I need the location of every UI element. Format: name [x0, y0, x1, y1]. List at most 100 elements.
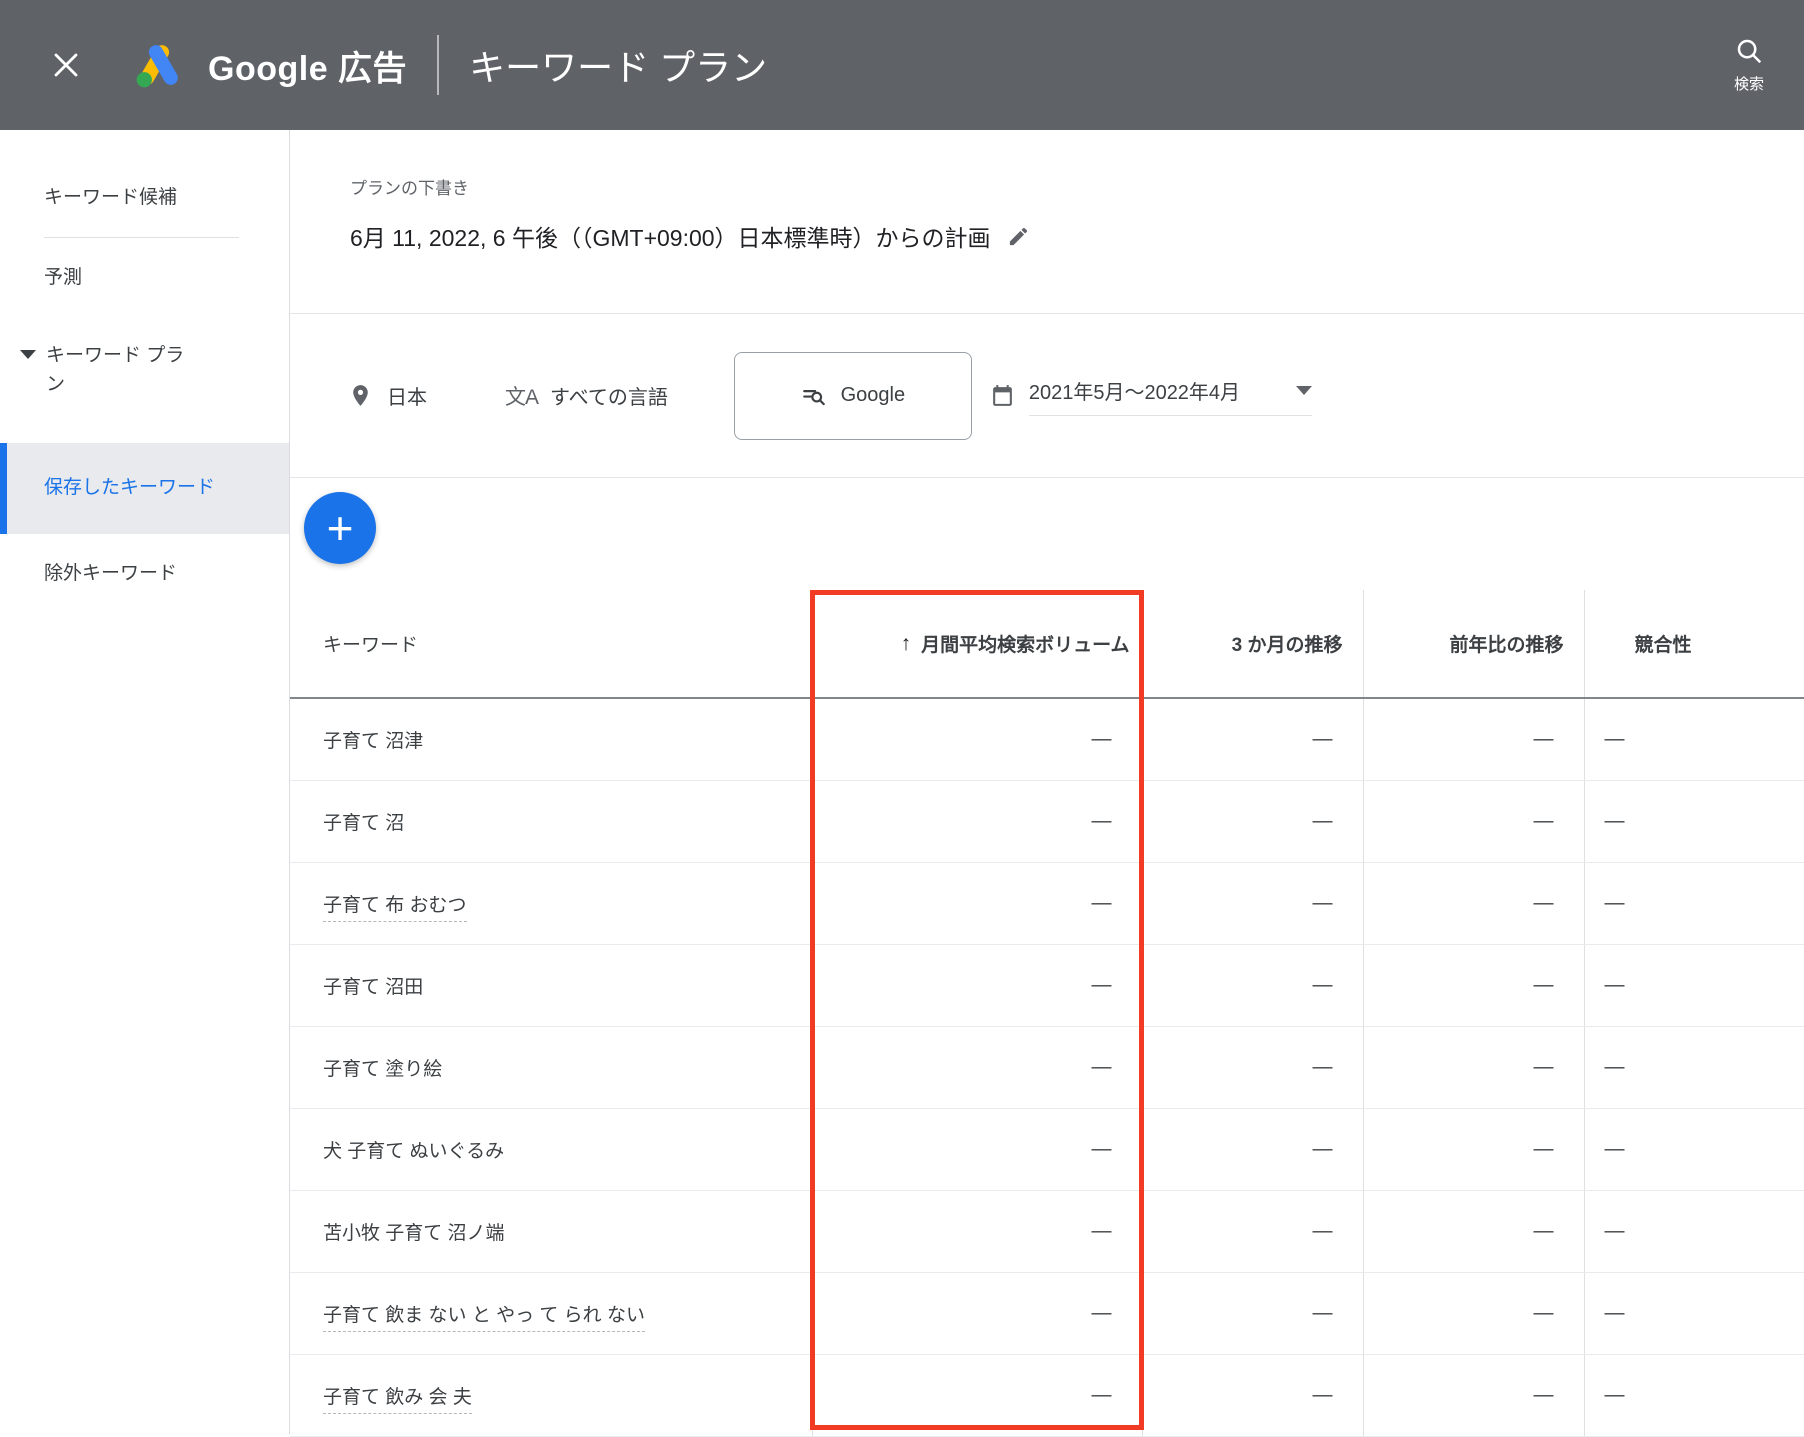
column-header-label: キーワード [323, 635, 419, 656]
sidebar-item-keyword-plan[interactable]: キーワード プラン [0, 316, 289, 423]
table-header-row: キーワード ↑ 月間平均検索ボリューム 3 か月の推移 前年比の推移 競合性 [290, 590, 1804, 699]
competition-cell: — [1583, 1272, 1804, 1355]
keyword-text: 苫小牧 子育て 沼ノ端 [323, 1222, 505, 1244]
page-title: キーワード プラン [469, 47, 768, 88]
keyword-text: 子育て 飲ま ない と やっ て られ ない [323, 1304, 645, 1332]
table-row[interactable]: 子育て 飲み 会 夫 — — — — [290, 1354, 1804, 1437]
competition-cell: — [1583, 862, 1804, 945]
three-month-change-cell: — [1141, 1354, 1363, 1437]
keyword-text: 犬 子育て ぬいぐるみ [323, 1140, 505, 1162]
table-row[interactable]: 苫小牧 子育て 沼ノ端 — — — — [290, 1190, 1804, 1273]
yoy-change-cell: — [1362, 698, 1584, 781]
sidebar-item-label: 保存したキーワード [44, 477, 216, 498]
avg-volume-cell: — [811, 780, 1142, 863]
keyword-text: 子育て 沼 [323, 812, 405, 834]
sidebar-item-keyword-ideas[interactable]: キーワード候補 [0, 158, 289, 237]
keyword-cell: 子育て 沼 [290, 780, 812, 863]
avg-volume-cell: — [811, 1108, 1142, 1191]
plan-title: 6月 11, 2022, 6 午後（（GMT+09:00）日本標準時）からの計画 [350, 225, 991, 251]
column-header-three-month-change[interactable]: 3 か月の推移 [1141, 590, 1363, 699]
competition-cell: — [1583, 698, 1804, 781]
yoy-change-cell: — [1362, 1026, 1584, 1109]
topbar-divider [437, 35, 440, 95]
keyword-cell: 子育て 沼田 [290, 944, 812, 1027]
plan-draft-label: プランの下書き [350, 179, 469, 198]
sidebar-item-saved-keywords[interactable]: 保存したキーワード [0, 443, 289, 534]
competition-cell: — [1583, 1026, 1804, 1109]
sidebar-item-label: 予測 [44, 266, 83, 288]
competition-cell: — [1583, 1354, 1804, 1437]
table-row[interactable]: 子育て 沼田 — — — — [290, 944, 1804, 1027]
three-month-change-cell: — [1141, 862, 1363, 945]
sort-ascending-icon: ↑ [900, 631, 912, 655]
keyword-text: 子育て 塗り絵 [323, 1058, 443, 1080]
sidebar: キーワード候補 予測 キーワード プラン 保存したキーワード 除外キーワード [0, 130, 290, 1434]
edit-pencil-icon[interactable] [1007, 225, 1030, 248]
column-header-label: 月間平均検索ボリューム [921, 635, 1130, 656]
keyword-cell: 子育て 塗り絵 [290, 1026, 812, 1109]
yoy-change-cell: — [1362, 944, 1584, 1027]
sidebar-item-label: キーワード プラン [46, 345, 185, 395]
keyword-cell: 子育て 飲み 会 夫 [290, 1354, 812, 1437]
three-month-change-cell: — [1141, 1108, 1363, 1191]
competition-cell: — [1583, 780, 1804, 863]
keyword-planner-page: Google 広告 キーワード プラン 検索 キーワード候補 予測 キーワード … [0, 0, 1804, 1437]
search-button[interactable]: 検索 [1734, 36, 1764, 94]
column-header-competition[interactable]: 競合性 [1583, 590, 1804, 699]
plus-icon: + [326, 502, 354, 554]
main-content: プランの下書き 6月 11, 2022, 6 午後（（GMT+09:00）日本標… [290, 130, 1804, 1437]
keyword-text: 子育て 布 おむつ [323, 894, 467, 922]
network-filter[interactable]: Google [733, 351, 972, 440]
dropdown-caret-icon [1296, 385, 1313, 395]
avg-volume-cell: — [811, 1272, 1142, 1355]
three-month-change-cell: — [1141, 1272, 1363, 1355]
keyword-text: 子育て 飲み 会 夫 [323, 1386, 472, 1414]
column-header-label: 前年比の推移 [1449, 635, 1564, 656]
table-row[interactable]: 子育て 飲ま ない と やっ て られ ない — — — — [290, 1272, 1804, 1355]
avg-volume-cell: — [811, 944, 1142, 1027]
three-month-change-cell: — [1141, 698, 1363, 781]
column-header-label: 競合性 [1634, 635, 1692, 656]
table-row[interactable]: 子育て 沼 — — — — [290, 780, 1804, 863]
three-month-change-cell: — [1141, 780, 1363, 863]
calendar-icon [990, 383, 1015, 408]
column-header-yoy-change[interactable]: 前年比の推移 [1362, 590, 1584, 699]
date-range-filter[interactable]: 2021年5月〜2022年4月 [990, 376, 1313, 416]
sidebar-item-negative-keywords[interactable]: 除外キーワード [0, 534, 289, 613]
location-pin-icon [348, 383, 373, 408]
competition-cell: — [1583, 944, 1804, 1027]
top-app-bar: Google 広告 キーワード プラン 検索 [0, 0, 1804, 130]
keyword-cell: 犬 子育て ぬいぐるみ [290, 1108, 812, 1191]
search-network-icon [801, 383, 827, 409]
language-filter[interactable]: 文A すべての言語 [505, 381, 668, 411]
keyword-cell: 苫小牧 子育て 沼ノ端 [290, 1190, 812, 1273]
translate-icon: 文A [505, 385, 539, 409]
column-header-keyword[interactable]: キーワード [290, 590, 812, 699]
table-row[interactable]: 子育て 布 おむつ — — — — [290, 862, 1804, 945]
yoy-change-cell: — [1362, 1108, 1584, 1191]
column-header-avg-monthly-searches[interactable]: ↑ 月間平均検索ボリューム [811, 590, 1142, 699]
three-month-change-cell: — [1141, 1026, 1363, 1109]
date-range-label: 2021年5月〜2022年4月 [1028, 381, 1241, 404]
network-filter-label: Google [840, 384, 906, 406]
yoy-change-cell: — [1362, 1190, 1584, 1273]
avg-volume-cell: — [811, 1354, 1142, 1437]
keyword-cell: 子育て 沼津 [290, 698, 812, 781]
sidebar-item-forecast[interactable]: 予測 [0, 238, 289, 317]
chevron-down-icon [20, 350, 36, 359]
avg-volume-cell: — [811, 698, 1142, 781]
column-header-label: 3 か月の推移 [1231, 635, 1343, 656]
table-row[interactable]: 子育て 沼津 — — — — [290, 698, 1804, 781]
location-filter[interactable]: 日本 [348, 381, 427, 410]
table-row[interactable]: 犬 子育て ぬいぐるみ — — — — [290, 1108, 1804, 1191]
fab-row: + [290, 478, 1804, 590]
sidebar-item-label: キーワード候補 [44, 187, 178, 208]
close-icon[interactable] [44, 43, 88, 87]
three-month-change-cell: — [1141, 944, 1363, 1027]
three-month-change-cell: — [1141, 1190, 1363, 1273]
keyword-text: 子育て 沼田 [323, 976, 424, 998]
avg-volume-cell: — [811, 862, 1142, 945]
table-row[interactable]: 子育て 塗り絵 — — — — [290, 1026, 1804, 1109]
add-keywords-button[interactable]: + [304, 492, 376, 564]
location-filter-label: 日本 [387, 387, 427, 409]
